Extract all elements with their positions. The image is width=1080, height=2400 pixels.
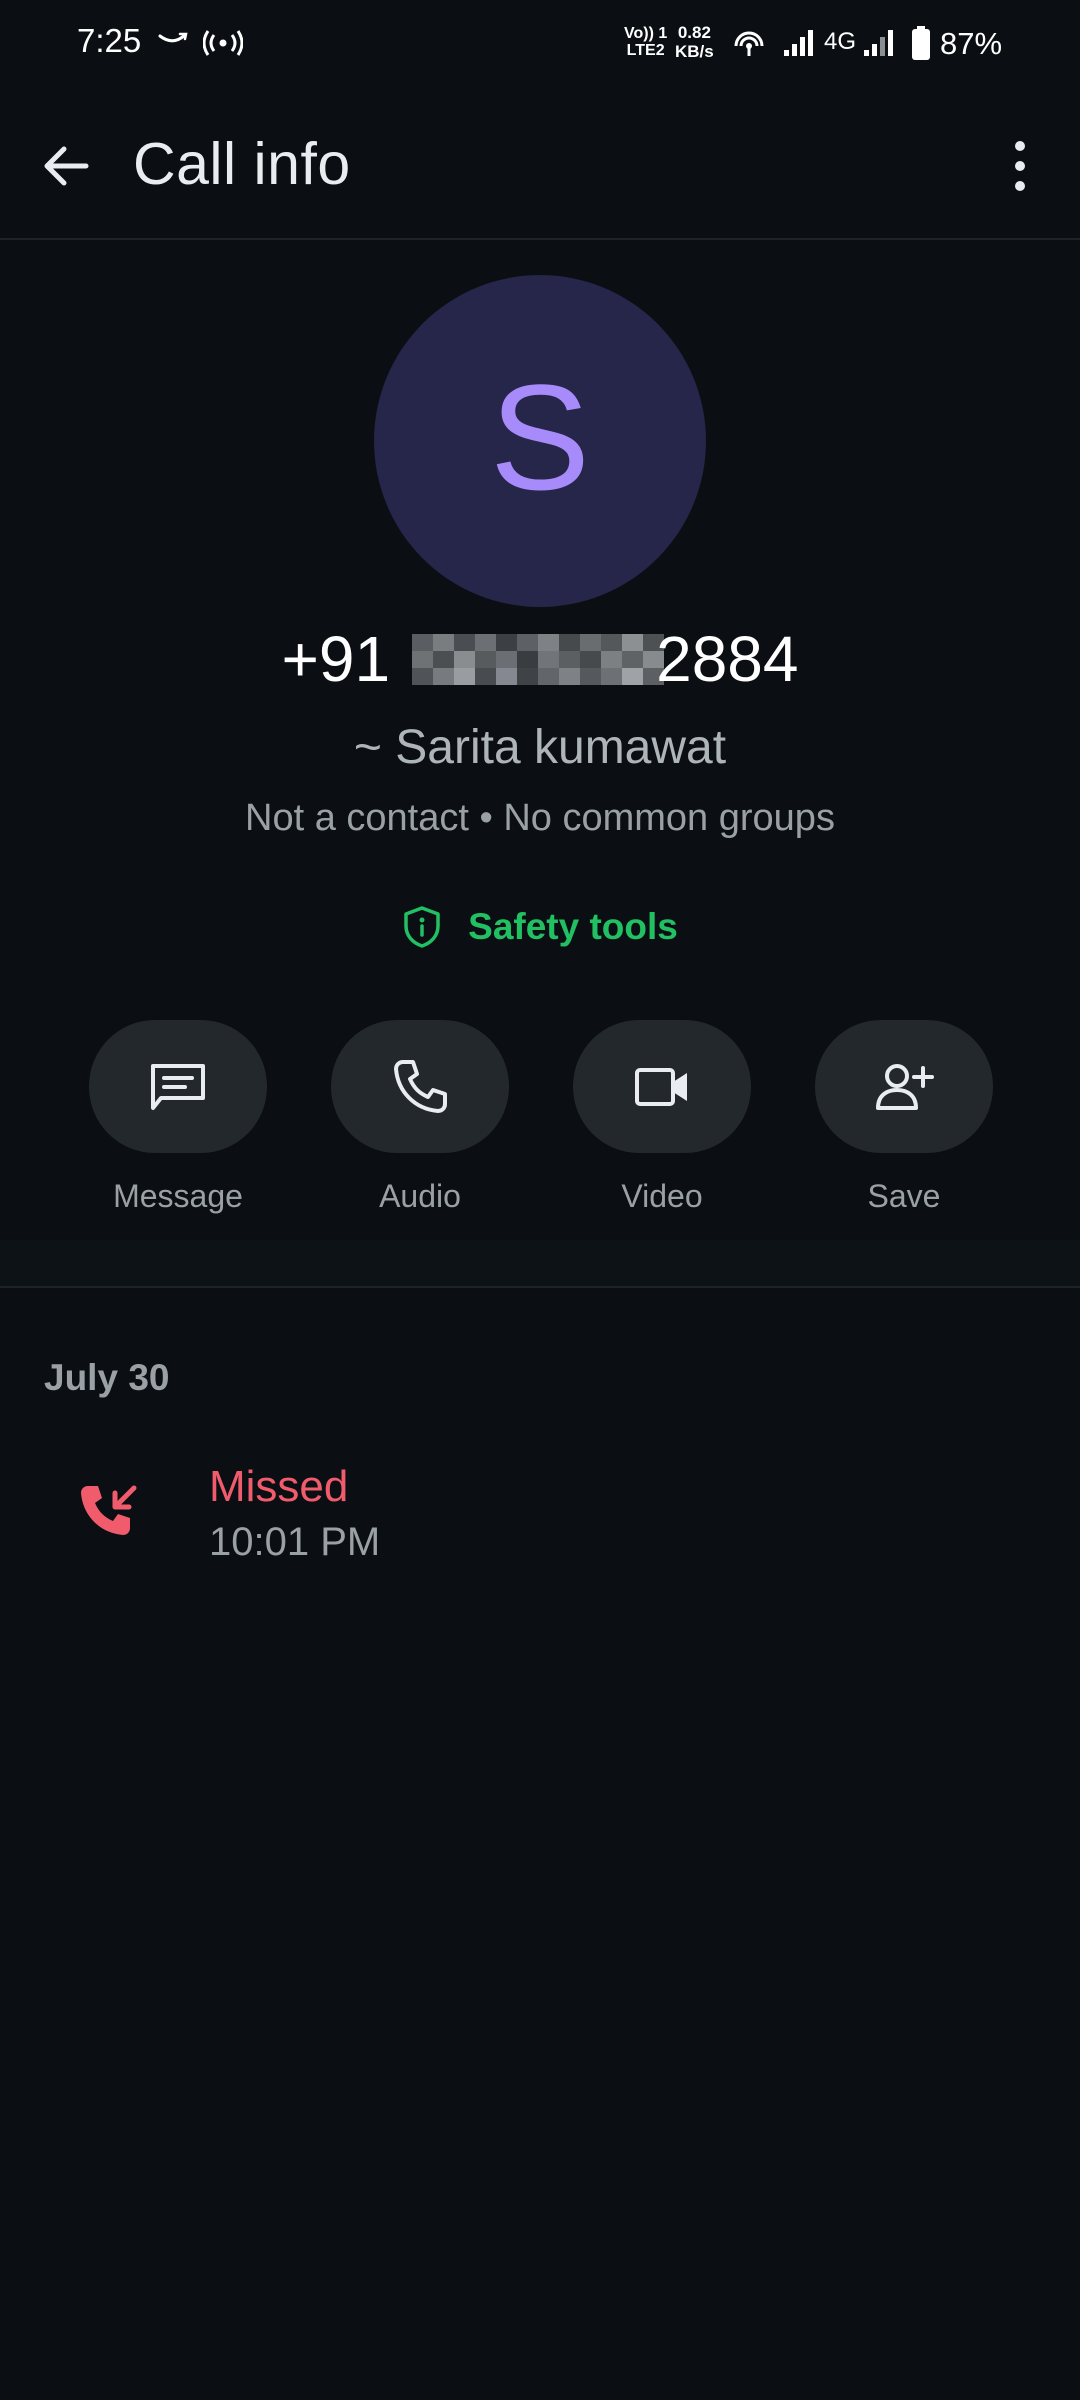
- speed-unit: KB/s: [675, 42, 714, 61]
- phone-icon: [394, 1059, 447, 1113]
- speed-value: 0.82: [677, 23, 711, 42]
- amazon-smile-icon: [158, 32, 188, 43]
- audio-action[interactable]: Audio: [331, 1020, 509, 1215]
- phone-suffix: 2884: [656, 623, 799, 695]
- action-buttons: Message Audio Video Save: [0, 1020, 1080, 1240]
- shield-icon: [404, 906, 440, 948]
- audio-label: Audio: [379, 1178, 461, 1214]
- battery-icon: [912, 26, 930, 60]
- video-action[interactable]: Video: [573, 1020, 751, 1215]
- safety-tools-label: Safety tools: [468, 906, 678, 947]
- message-button[interactable]: [89, 1020, 267, 1153]
- video-label: Video: [621, 1178, 703, 1214]
- call-time: 10:01 PM: [209, 1520, 381, 1564]
- save-action[interactable]: Save: [815, 1020, 993, 1215]
- audio-call-button[interactable]: [331, 1020, 509, 1153]
- phone-prefix: +91: [281, 623, 391, 695]
- redacted-digits: [412, 633, 665, 685]
- section-divider: [0, 1240, 1080, 1288]
- back-arrow-icon[interactable]: [40, 140, 92, 192]
- missed-call-icon: [81, 1485, 137, 1535]
- hotspot-icon: [203, 30, 243, 56]
- volte-indicator: Vo)) 1 LTE2: [624, 25, 667, 59]
- battery-percent: 87%: [940, 26, 1003, 61]
- safety-tools-button[interactable]: Safety tools: [0, 905, 1080, 949]
- status-time: 7:25: [77, 22, 142, 59]
- message-icon: [151, 1063, 205, 1110]
- network-type: 4G: [824, 28, 857, 55]
- volte-line2: LTE2: [626, 42, 665, 59]
- message-label: Message: [113, 1178, 243, 1214]
- wifi-icon: [734, 31, 764, 56]
- page-title: Call info: [133, 131, 351, 197]
- signal-icon-2: [864, 30, 893, 56]
- push-name: ~ Sarita kumawat: [353, 721, 727, 774]
- save-label: Save: [867, 1178, 941, 1214]
- signal-icon: [784, 30, 813, 56]
- add-person-icon: [876, 1063, 934, 1110]
- volte-line1: Vo)) 1: [624, 25, 668, 42]
- phone-number: +91 2884: [0, 622, 1080, 702]
- avatar-initial: S: [489, 352, 591, 521]
- history-date: July 30: [44, 1357, 170, 1398]
- save-contact-button[interactable]: [815, 1020, 993, 1153]
- call-status: Missed: [209, 1462, 349, 1511]
- status-bar: 7:25 Vo)) 1 LTE2 0.82 KB/s 4G 87%: [0, 0, 1080, 90]
- network-speed: 0.82 KB/s: [675, 23, 714, 61]
- app-header: Call info: [0, 90, 1080, 240]
- video-icon: [635, 1067, 687, 1106]
- call-log-item[interactable]: Missed 10:01 PM: [0, 1450, 1080, 1580]
- more-options-icon[interactable]: [1000, 138, 1040, 194]
- avatar[interactable]: S: [374, 275, 706, 607]
- video-call-button[interactable]: [573, 1020, 751, 1153]
- contact-status: Not a contact • No common groups: [245, 797, 835, 839]
- message-action[interactable]: Message: [89, 1020, 267, 1215]
